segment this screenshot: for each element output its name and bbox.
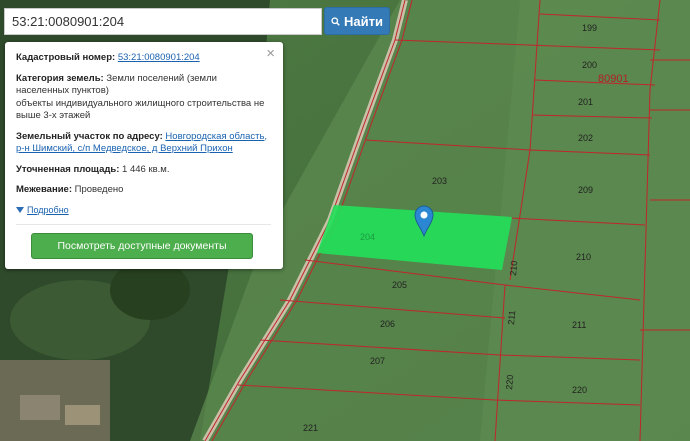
parcel-label: 221 bbox=[303, 423, 318, 433]
category-use: объекты индивидуального жилищного строит… bbox=[16, 97, 265, 122]
search-button[interactable]: Найти bbox=[324, 7, 390, 35]
area-row: Уточненная площадь: 1 446 кв.м. bbox=[16, 164, 271, 177]
survey-label: Межевание: bbox=[16, 184, 72, 195]
parcel-label: 220 bbox=[572, 385, 587, 395]
address-label: Земельный участок по адресу: bbox=[16, 130, 163, 142]
building-roof bbox=[20, 395, 60, 420]
search-button-label: Найти bbox=[344, 13, 383, 29]
parcel-label: 210 bbox=[576, 252, 591, 262]
parcel-label: 211 bbox=[506, 310, 517, 325]
parcel-label: 209 bbox=[578, 185, 593, 195]
area-label: Уточненная площадь: bbox=[16, 163, 120, 175]
quarter-label: 80901 bbox=[598, 73, 629, 85]
tree-cluster bbox=[110, 260, 190, 320]
divider bbox=[16, 224, 271, 225]
search-icon bbox=[331, 16, 340, 26]
view-documents-button[interactable]: Посмотреть доступные документы bbox=[31, 233, 253, 259]
parcel-label: 205 bbox=[392, 280, 407, 290]
parcel-label: 199 bbox=[582, 23, 597, 33]
parcel-label: 203 bbox=[432, 176, 447, 186]
survey-row: Межевание: Проведено bbox=[16, 184, 271, 197]
search-input[interactable] bbox=[4, 8, 322, 35]
parcel-label: 207 bbox=[370, 356, 385, 366]
cadastral-label: Кадастровый номер: bbox=[16, 52, 116, 63]
cadastral-row: Кадастровый номер: 53:21:0080901:204 bbox=[16, 52, 271, 65]
parcel-label: 202 bbox=[578, 133, 593, 143]
parcel-info-popup: × Кадастровый номер: 53:21:0080901:204 К… bbox=[5, 42, 283, 269]
survey-value: Проведено bbox=[74, 184, 124, 195]
details-link[interactable]: Подробно bbox=[27, 204, 69, 217]
cadastral-link[interactable]: 53:21:0080901:204 bbox=[118, 52, 200, 63]
building-roof bbox=[65, 405, 100, 425]
parcel-label: 204 bbox=[360, 232, 375, 242]
caret-down-icon bbox=[16, 206, 24, 213]
parcel-label: 210 bbox=[508, 260, 519, 276]
category-row: Категория земель: Земли поселений (земли… bbox=[16, 73, 271, 123]
address-row: Земельный участок по адресу: Новгородска… bbox=[16, 131, 271, 156]
details-toggle[interactable]: Подробно bbox=[16, 204, 271, 217]
parcel-label: 201 bbox=[578, 97, 593, 107]
parcel-label: 206 bbox=[380, 319, 395, 329]
category-label: Категория земель: bbox=[16, 72, 104, 84]
parcel-label: 220 bbox=[504, 374, 515, 390]
parcel-label: 200 bbox=[582, 60, 597, 70]
area-value: 1 446 кв.м. bbox=[122, 163, 170, 175]
close-icon[interactable]: × bbox=[266, 46, 275, 62]
parcel-label: 211 bbox=[572, 320, 586, 330]
